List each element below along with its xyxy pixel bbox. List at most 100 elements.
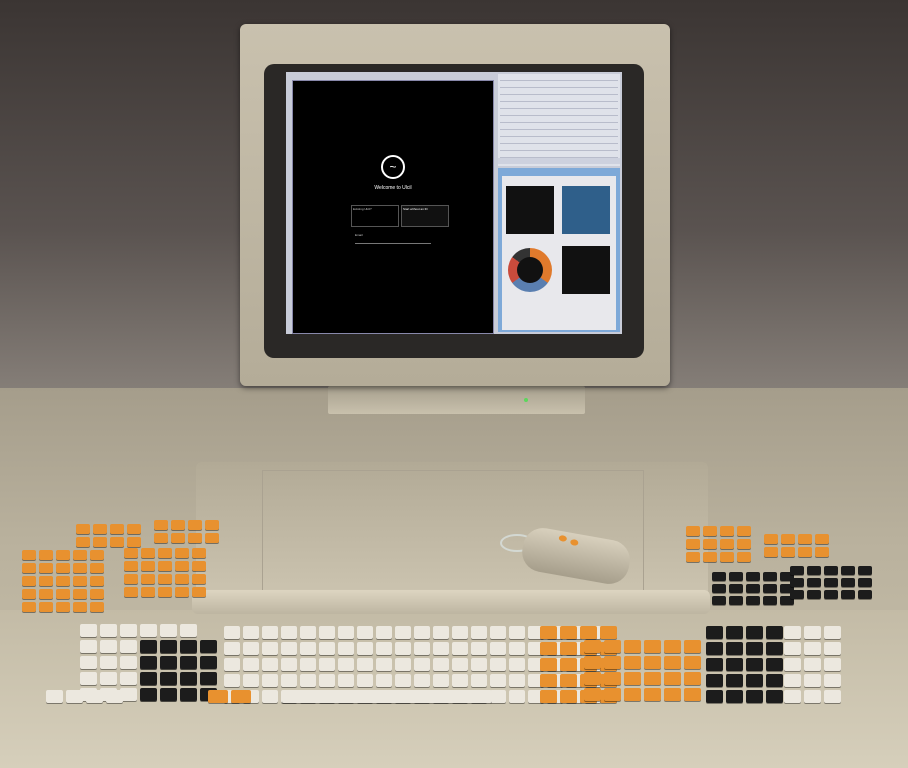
function-key[interactable] bbox=[158, 548, 172, 558]
key[interactable] bbox=[604, 640, 621, 653]
key[interactable] bbox=[540, 674, 557, 687]
function-key[interactable] bbox=[73, 602, 87, 612]
function-key[interactable] bbox=[686, 539, 700, 549]
key[interactable] bbox=[644, 640, 661, 653]
key[interactable] bbox=[319, 642, 335, 655]
key[interactable] bbox=[100, 640, 117, 653]
key[interactable] bbox=[560, 626, 577, 639]
function-key[interactable] bbox=[192, 561, 206, 571]
key[interactable] bbox=[140, 640, 157, 653]
function-key[interactable] bbox=[188, 520, 202, 530]
key[interactable] bbox=[100, 656, 117, 669]
function-key[interactable] bbox=[39, 550, 53, 560]
function-key[interactable] bbox=[39, 563, 53, 573]
function-key[interactable] bbox=[39, 589, 53, 599]
function-key[interactable] bbox=[90, 589, 104, 599]
key[interactable] bbox=[706, 674, 723, 687]
key[interactable] bbox=[726, 626, 743, 639]
function-key[interactable] bbox=[175, 587, 189, 597]
key[interactable] bbox=[580, 626, 597, 639]
function-key[interactable] bbox=[76, 537, 90, 547]
key[interactable] bbox=[80, 672, 97, 685]
key[interactable] bbox=[824, 642, 841, 655]
key[interactable] bbox=[824, 626, 841, 639]
key[interactable] bbox=[140, 624, 157, 637]
email-field[interactable]: Email bbox=[355, 233, 431, 244]
function-key[interactable] bbox=[781, 534, 795, 544]
key[interactable] bbox=[46, 690, 63, 703]
function-key[interactable] bbox=[141, 548, 155, 558]
function-key[interactable] bbox=[90, 550, 104, 560]
key[interactable] bbox=[243, 626, 259, 639]
function-key[interactable] bbox=[790, 566, 804, 575]
key[interactable] bbox=[160, 624, 177, 637]
key[interactable] bbox=[414, 658, 430, 671]
function-key[interactable] bbox=[205, 520, 219, 530]
key[interactable] bbox=[509, 674, 525, 687]
key[interactable] bbox=[160, 672, 177, 685]
function-key[interactable] bbox=[175, 548, 189, 558]
function-key[interactable] bbox=[73, 589, 87, 599]
function-key[interactable] bbox=[141, 574, 155, 584]
key[interactable] bbox=[224, 674, 240, 687]
function-key[interactable] bbox=[124, 574, 138, 584]
space-bar[interactable] bbox=[282, 690, 492, 703]
key[interactable] bbox=[262, 626, 278, 639]
function-key[interactable] bbox=[39, 602, 53, 612]
key[interactable] bbox=[414, 674, 430, 687]
key[interactable] bbox=[584, 672, 601, 685]
function-key[interactable] bbox=[798, 534, 812, 544]
function-key[interactable] bbox=[158, 574, 172, 584]
key[interactable] bbox=[490, 690, 506, 703]
function-key[interactable] bbox=[158, 561, 172, 571]
key[interactable] bbox=[490, 674, 506, 687]
key[interactable] bbox=[490, 626, 506, 639]
key[interactable] bbox=[262, 674, 278, 687]
key[interactable] bbox=[706, 690, 723, 703]
key[interactable] bbox=[100, 672, 117, 685]
function-key[interactable] bbox=[703, 526, 717, 536]
function-key[interactable] bbox=[127, 537, 141, 547]
function-key[interactable] bbox=[192, 587, 206, 597]
key[interactable] bbox=[338, 658, 354, 671]
function-key[interactable] bbox=[798, 547, 812, 557]
function-key[interactable] bbox=[763, 596, 777, 605]
key[interactable] bbox=[784, 674, 801, 687]
key[interactable] bbox=[540, 642, 557, 655]
function-key[interactable] bbox=[703, 539, 717, 549]
key[interactable] bbox=[395, 642, 411, 655]
key[interactable] bbox=[140, 688, 157, 701]
function-key[interactable] bbox=[90, 563, 104, 573]
function-key[interactable] bbox=[729, 596, 743, 605]
function-key[interactable] bbox=[141, 561, 155, 571]
key[interactable] bbox=[509, 690, 525, 703]
function-key[interactable] bbox=[686, 526, 700, 536]
key[interactable] bbox=[471, 658, 487, 671]
key[interactable] bbox=[376, 642, 392, 655]
function-key[interactable] bbox=[763, 572, 777, 581]
key[interactable] bbox=[100, 624, 117, 637]
key[interactable] bbox=[452, 626, 468, 639]
function-key[interactable] bbox=[737, 526, 751, 536]
key[interactable] bbox=[560, 690, 577, 703]
key[interactable] bbox=[66, 690, 83, 703]
key[interactable] bbox=[414, 626, 430, 639]
key[interactable] bbox=[644, 688, 661, 701]
key[interactable] bbox=[560, 642, 577, 655]
key[interactable] bbox=[243, 642, 259, 655]
function-key[interactable] bbox=[141, 587, 155, 597]
key[interactable] bbox=[560, 658, 577, 671]
key[interactable] bbox=[106, 690, 123, 703]
function-key[interactable] bbox=[22, 602, 36, 612]
key[interactable] bbox=[726, 674, 743, 687]
key[interactable] bbox=[300, 642, 316, 655]
key[interactable] bbox=[804, 674, 821, 687]
function-key[interactable] bbox=[824, 566, 838, 575]
key[interactable] bbox=[395, 626, 411, 639]
key[interactable] bbox=[224, 626, 240, 639]
key[interactable] bbox=[706, 658, 723, 671]
key[interactable] bbox=[644, 656, 661, 669]
key[interactable] bbox=[180, 640, 197, 653]
key[interactable] bbox=[414, 642, 430, 655]
function-key[interactable] bbox=[729, 584, 743, 593]
